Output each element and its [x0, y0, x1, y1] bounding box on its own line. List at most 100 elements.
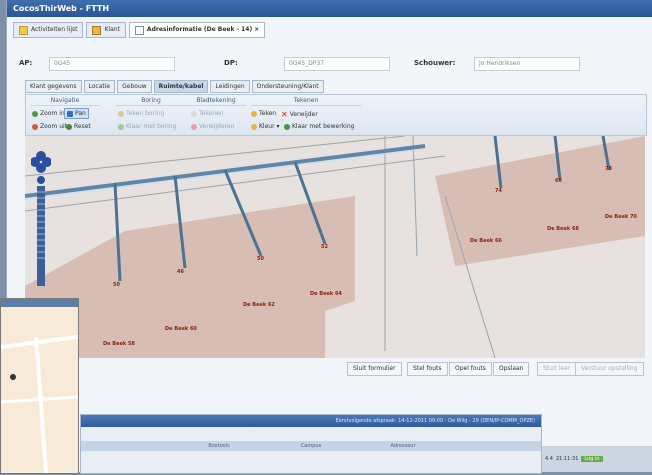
map-label-number: 66	[555, 178, 562, 184]
header-form: AP: 0G45 DP: 0G45_DP37 Schouwer: Jo Hend…	[19, 56, 649, 72]
tab-label: Adresinformatie (De Beek - 14) ×	[146, 26, 260, 33]
tab-adresinformatie[interactable]: Adresinformatie (De Beek - 14) ×	[128, 22, 266, 38]
group-header: Tekenen	[251, 97, 361, 106]
group-tekenen: Tekenen	[251, 97, 361, 106]
map-label-number: 46	[177, 269, 184, 275]
kleur-button[interactable]: Kleur ▾	[251, 123, 279, 130]
tab-klant[interactable]: Klant	[86, 22, 126, 38]
taskbar: 4.4 21:11:31 Log in	[542, 446, 652, 472]
pan-button[interactable]: Pan	[64, 108, 89, 119]
parcel-line	[412, 136, 418, 257]
group-header: Bladtekening	[186, 97, 246, 106]
zoom-out-label: Zoom uit	[40, 123, 68, 130]
opel-fouts-button[interactable]: Opel fouts	[449, 362, 492, 376]
clock: 21:11:31	[555, 456, 579, 462]
form-footer: Sluit formulier Stel fouts Opel fouts Op…	[25, 360, 645, 376]
ap-label: AP:	[19, 59, 33, 67]
subtab-klant-gegevens[interactable]: Klant gegevens	[25, 80, 82, 93]
pan-label: Pan	[75, 110, 86, 117]
teken-boring-label: Teken boring	[126, 110, 165, 117]
pencil-icon	[118, 110, 124, 117]
teken-boring-button[interactable]: Teken boring	[118, 110, 164, 117]
klaar-boring-button[interactable]: Klaar met boring	[118, 123, 176, 130]
tab-label: Activiteiten lijst	[31, 26, 78, 33]
map-label-address: De Beek 60	[165, 326, 197, 332]
kleur-label: Kleur ▾	[259, 123, 280, 130]
pan-control-icon[interactable]	[31, 148, 51, 298]
map-label-number: 74	[495, 188, 502, 194]
background-table-header: Boxtools Campus Adresseur	[81, 441, 541, 451]
main-window: CocosThirWeb - FTTH Activiteiten lijst K…	[6, 0, 652, 472]
login-button[interactable]: Log in	[581, 456, 603, 462]
verwijder-label: Verwijder	[289, 111, 318, 118]
subtab-gebouw[interactable]: Gebouw	[117, 80, 152, 93]
delete-icon	[191, 123, 197, 130]
map-label-address: De Beek 68	[547, 226, 579, 232]
stuit-leer-button[interactable]: Stuit leer	[537, 362, 577, 376]
subtab-ruimte-kabel[interactable]: Ruimte/kabel	[153, 80, 209, 93]
tab-label: Klant	[104, 26, 120, 33]
parcel-line	[25, 155, 446, 212]
pencil-icon	[251, 110, 257, 117]
map-label-address: De Beek 58	[103, 341, 135, 347]
map-label-address: De Beek 62	[243, 302, 275, 308]
verstuur-opstelling-button[interactable]: Verstuur opstelling	[575, 362, 644, 376]
check-icon	[284, 123, 290, 130]
document-icon	[134, 25, 144, 35]
reset-label: Reset	[74, 123, 91, 130]
verwijder-button[interactable]: ✕ Verwijder	[281, 110, 318, 119]
verwijder-blad-label: Verwijderen	[199, 123, 235, 130]
map-label-address: De Beek 64	[310, 291, 342, 297]
subtab-leidingen[interactable]: Leidingen	[210, 80, 250, 93]
zoom-in-label: Zoom in	[40, 110, 65, 117]
map-label-address: De Beek 70	[605, 214, 637, 220]
zoom-out-icon	[32, 123, 38, 130]
teken-blad-label: Tekenen	[199, 110, 224, 117]
teken-blad-button[interactable]: Tekenen	[191, 110, 224, 117]
map-navigation	[31, 148, 51, 298]
teken-button[interactable]: Teken	[251, 110, 276, 117]
reset-icon	[66, 123, 72, 130]
group-bladtekening: Bladtekening	[186, 97, 246, 106]
column-header: Campus	[300, 443, 322, 449]
tab-strip: Activiteiten lijst Klant Adresinformatie…	[13, 22, 266, 38]
background-window: Eerstvolgende afspraak: 14-12-2011 09:00…	[80, 414, 542, 474]
building-parcel	[435, 136, 645, 266]
opslaan-button[interactable]: Opslaan	[493, 362, 530, 376]
schouwer-field[interactable]: Jo Hendriksen	[474, 57, 580, 71]
palette-icon	[251, 123, 257, 130]
map-label-number: 50	[113, 282, 120, 288]
reset-button[interactable]: Reset	[66, 123, 91, 130]
klaar-bewerking-button[interactable]: Klaar met bewerking	[284, 123, 354, 130]
map-drawing	[25, 136, 645, 358]
map-label-address: De Beek 66	[470, 238, 502, 244]
overlapping-map-window	[0, 298, 79, 474]
subtab-strip: Klant gegevens Locatie Gebouw Ruimte/kab…	[25, 80, 324, 93]
map-label-number: 52	[321, 244, 328, 250]
stel-fouts-button[interactable]: Stel fouts	[407, 362, 448, 376]
tab-activiteiten[interactable]: Activiteiten lijst	[13, 22, 84, 38]
column-header	[81, 441, 173, 451]
dp-field[interactable]: 0G45_DP37	[284, 57, 390, 71]
subtab-ondersteuning[interactable]: Ondersteuning/Klant	[251, 80, 324, 93]
klaar-boring-label: Klaar met boring	[126, 123, 177, 130]
zoom-out-button[interactable]: Zoom uit	[32, 123, 67, 130]
column-header: Boxtools	[208, 443, 230, 449]
map-canvas[interactable]: 50 46 50 52 74 66 78 De Beek 58 De Beek …	[25, 136, 645, 358]
taskbar-item[interactable]: 4.4	[545, 456, 553, 462]
ap-field[interactable]: 0G45	[49, 57, 175, 71]
subtab-locatie[interactable]: Locatie	[83, 80, 116, 93]
klaar-bewerking-label: Klaar met bewerking	[292, 123, 355, 130]
delete-icon: ✕	[281, 110, 288, 119]
list-icon	[19, 25, 28, 35]
zoom-in-button[interactable]: Zoom in	[32, 110, 65, 117]
column-header: Adresseur	[390, 443, 416, 449]
overlay-map-drawing	[0, 335, 79, 474]
sluit-formulier-button[interactable]: Sluit formulier	[347, 362, 402, 376]
group-header: Boring	[116, 97, 186, 106]
map-label-number: 78	[605, 166, 612, 172]
verwijder-blad-button[interactable]: Verwijderen	[191, 123, 234, 130]
pencil-icon	[191, 110, 197, 117]
teken-label: Teken	[259, 110, 277, 117]
group-header: Navigatie	[30, 97, 100, 106]
